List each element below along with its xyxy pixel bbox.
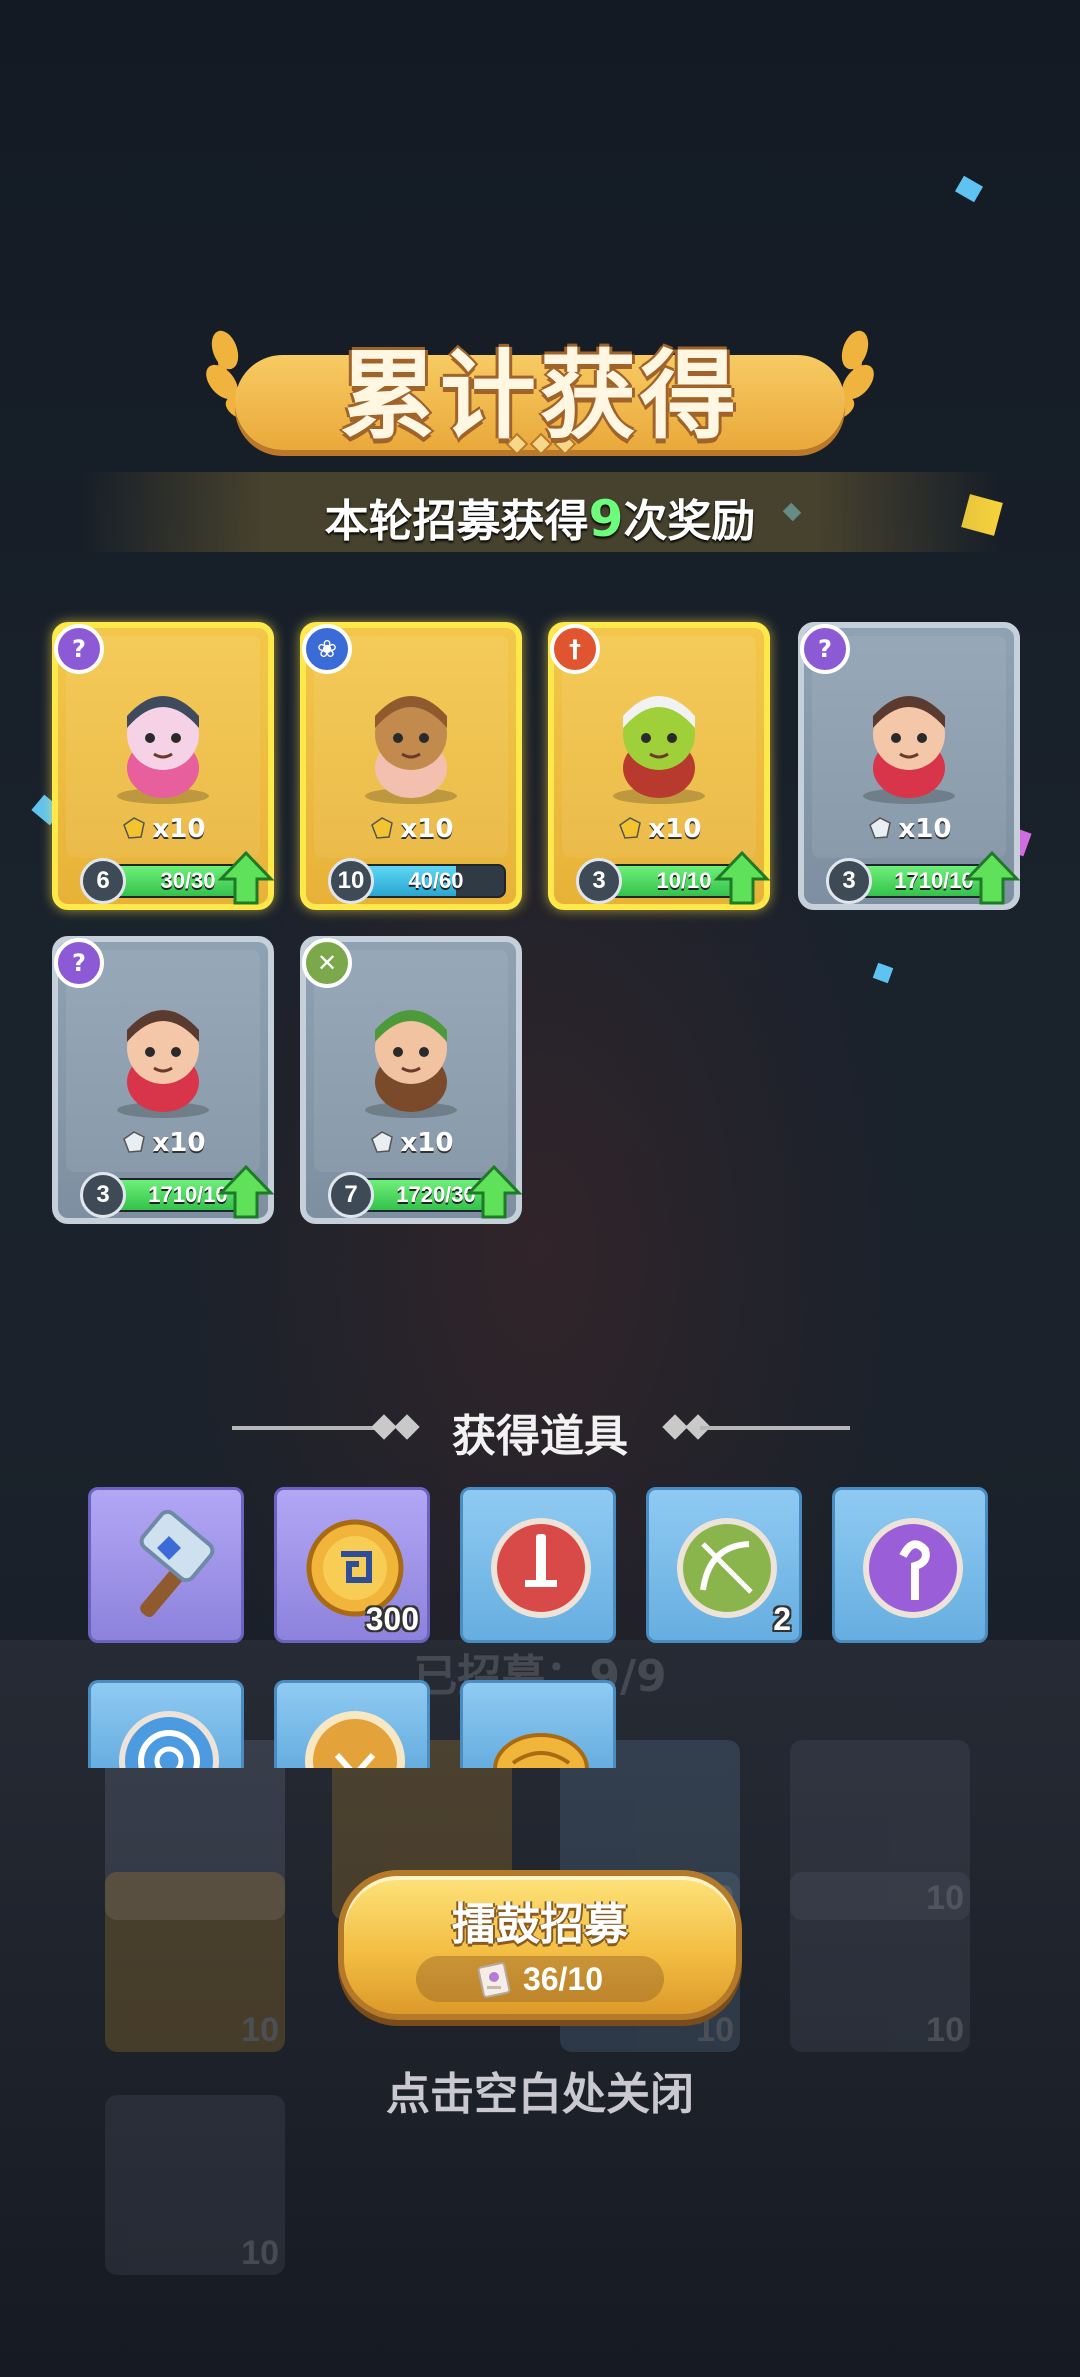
reward-summary-prefix: 本轮招募获得 [324, 496, 589, 547]
shard-count: x10 [306, 1128, 516, 1158]
drum-recruit-cost-value: 36/10 [522, 1961, 604, 1997]
upgrade-arrow-icon[interactable] [714, 850, 770, 906]
reward-count: 9 [588, 490, 624, 548]
page-title: 累计获得 [340, 340, 740, 452]
upgrade-arrow-icon[interactable] [218, 1164, 274, 1220]
drum-recruit-button[interactable]: 擂鼓招募 36/10 [338, 1870, 742, 2020]
faded-count: 10 [241, 2011, 279, 2049]
hero-portrait-icon [863, 696, 955, 804]
item-count: 2 [773, 1601, 791, 1637]
faded-count: 10 [926, 2011, 964, 2049]
faded-item: 10 [790, 1872, 970, 2052]
recruit-ticket-icon [477, 1962, 511, 1998]
shard-count-value: x10 [400, 1128, 454, 1158]
hero-level-badge: 3 [826, 858, 872, 904]
hero-shard-icon [370, 817, 393, 839]
reward-item[interactable] [460, 1487, 616, 1643]
upgrade-arrow-icon[interactable] [466, 1164, 522, 1220]
hero-level-badge: 6 [80, 858, 126, 904]
hero-card[interactable]: ❀ x10 10 40/60 [300, 622, 522, 910]
hero-card[interactable]: ? x10 6 30/30 [52, 622, 274, 910]
shard-count-value: x10 [898, 814, 952, 844]
paw-class-icon: ❀ [302, 624, 352, 674]
hero-level-badge: 3 [576, 858, 622, 904]
hero-shard-icon [370, 1131, 393, 1153]
faded-count: 10 [696, 2011, 734, 2049]
shard-count-value: x10 [152, 1128, 206, 1158]
hero-portrait-icon [613, 696, 705, 804]
red-sword-orb-icon [491, 1518, 591, 1618]
faded-item: 10 [105, 2095, 285, 2275]
shard-count: x10 [58, 814, 268, 844]
staff-class-icon: ? [800, 624, 850, 674]
hero-shard-icon [868, 817, 891, 839]
reward-item[interactable] [88, 1680, 244, 1768]
hammer-icon [139, 1510, 215, 1617]
hero-level-badge: 3 [80, 1172, 126, 1218]
hero-level-badge: 10 [328, 858, 374, 904]
hero-card[interactable]: ? x10 3 1710/10 [52, 936, 274, 1224]
shard-count-value: x10 [152, 814, 206, 844]
bow-class-icon: ✕ [302, 938, 352, 988]
hero-portrait-icon [117, 1010, 209, 1118]
items-section-title: 获得道具 [452, 1411, 628, 1462]
green-bow-orb-icon [677, 1518, 777, 1618]
purple-staff-orb-icon [863, 1518, 963, 1618]
shard-count-value: x10 [400, 814, 454, 844]
blue-swirl-orb-icon [119, 1711, 219, 1768]
reward-summary: 本轮招募获得9次奖励 [0, 485, 1080, 549]
hero-card[interactable]: ? x10 3 1710/10 [798, 622, 1020, 910]
reward-item[interactable] [832, 1487, 988, 1643]
hero-shard-icon [122, 1131, 145, 1153]
sword-class-icon: † [550, 624, 600, 674]
hero-card[interactable]: † x10 3 10/10 [548, 622, 770, 910]
shard-progress-text: 40/60 [408, 868, 464, 893]
reward-item[interactable] [460, 1680, 616, 1768]
upgrade-arrow-icon[interactable] [964, 850, 1020, 906]
faded-count: 10 [241, 2234, 279, 2272]
reward-item[interactable]: 2 [646, 1487, 802, 1643]
close-hint[interactable]: 点击空白处关闭 [0, 2058, 1080, 2122]
shard-count: x10 [58, 1128, 268, 1158]
drum-recruit-cost: 36/10 [416, 1956, 664, 2002]
shard-count: x10 [554, 814, 764, 844]
drum-recruit-label: 擂鼓招募 [452, 1899, 628, 1950]
hero-portrait-icon [365, 696, 457, 804]
golden-emblem-icon [305, 1711, 405, 1768]
hero-shard-icon [122, 817, 145, 839]
shard-progress-bar: 40/60 [356, 864, 506, 898]
hero-shard-icon [618, 817, 641, 839]
golden-scroll-icon [493, 1733, 589, 1768]
item-count: 300 [365, 1601, 419, 1637]
shard-count: x10 [804, 814, 1014, 844]
reward-item[interactable] [274, 1680, 430, 1768]
reward-item[interactable]: 300 [274, 1487, 430, 1643]
reward-item[interactable] [88, 1487, 244, 1643]
hero-portrait-icon [365, 1010, 457, 1118]
hero-portrait-icon [117, 696, 209, 804]
faded-item: 10 [105, 1872, 285, 2052]
hero-level-badge: 7 [328, 1172, 374, 1218]
shard-count-value: x10 [648, 814, 702, 844]
hero-card[interactable]: ✕ x10 7 1720/30 [300, 936, 522, 1224]
staff-class-icon: ? [54, 938, 104, 988]
staff-class-icon: ? [54, 624, 104, 674]
upgrade-arrow-icon[interactable] [218, 850, 274, 906]
reward-summary-suffix: 次奖励 [623, 496, 756, 547]
shard-count: x10 [306, 814, 516, 844]
